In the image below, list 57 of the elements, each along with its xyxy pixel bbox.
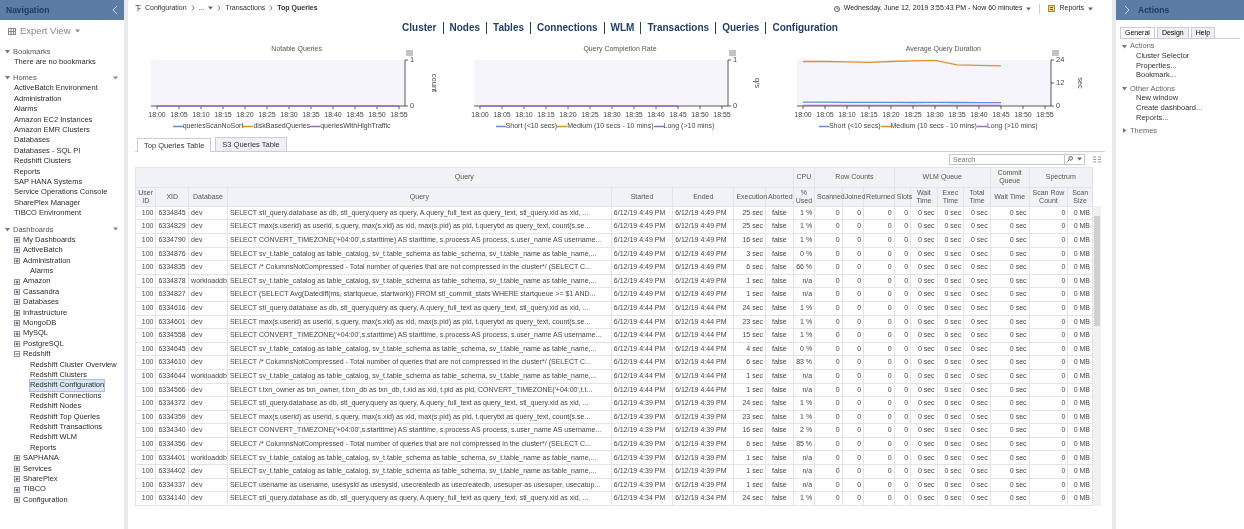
view-selector[interactable]: Expert View [20,23,80,39]
caret-icon[interactable] [5,75,10,81]
y-axis [1050,60,1055,107]
caret-icon[interactable] [5,226,10,232]
clock-icon [833,5,840,12]
section-link[interactable]: Transactions [640,22,716,34]
hierarchy-icon [135,5,141,12]
expand-icon[interactable] [14,278,20,285]
expand-icon[interactable] [14,309,20,316]
section-link[interactable]: Connections [530,22,604,34]
panel-title: Actions [1138,4,1170,16]
caret-icon[interactable] [74,29,80,33]
menu-caret-icon[interactable] [113,227,118,232]
column-chooser-icon[interactable] [1093,155,1101,163]
grid-icon [8,27,16,35]
section-link[interactable]: Tables [486,22,530,34]
section-link[interactable]: Configuration [765,22,844,34]
search-icon [1067,156,1073,163]
caret-icon[interactable] [208,6,214,11]
caret-icon[interactable] [1122,128,1127,134]
expand-icon[interactable] [14,340,20,347]
expand-icon[interactable] [14,320,20,327]
search-button[interactable] [1065,153,1085,165]
scrollbar[interactable] [1093,205,1101,506]
expand-icon[interactable] [14,236,20,243]
menu-caret-icon[interactable] [113,75,118,80]
collapse-icon[interactable] [14,351,20,358]
y-axis [404,60,409,107]
expand-icon[interactable] [14,330,20,337]
expand-icon[interactable] [14,465,20,472]
y-axis [727,60,732,107]
section-link[interactable]: Cluster [396,22,443,34]
expand-icon[interactable] [14,497,20,504]
chevron-icon [217,5,222,12]
section-link[interactable]: Nodes [442,22,487,34]
caret-icon[interactable] [1077,157,1082,162]
caret-icon[interactable] [5,49,10,54]
caret-icon[interactable] [1026,6,1032,11]
section-link[interactable]: Queries [715,22,766,34]
expand-panel-icon[interactable] [1124,5,1130,15]
section-link[interactable]: WLM [603,22,641,34]
scrollbar-thumb[interactable] [1094,215,1100,326]
expand-icon[interactable] [14,257,20,264]
expand-icon[interactable] [14,247,20,254]
chevron-icon [269,5,274,12]
report-icon [1048,5,1056,12]
chevron-icon [190,5,195,12]
caret-icon[interactable] [1122,43,1127,49]
panel-title: Navigation [6,4,50,16]
expand-icon[interactable] [14,486,20,493]
expand-icon[interactable] [14,288,20,295]
expand-icon[interactable] [14,476,20,483]
expand-icon[interactable] [14,299,20,306]
expand-icon[interactable] [14,455,20,462]
collapse-panel-icon[interactable] [112,5,118,15]
caret-icon[interactable] [1122,86,1127,92]
caret-icon[interactable] [1088,6,1093,11]
